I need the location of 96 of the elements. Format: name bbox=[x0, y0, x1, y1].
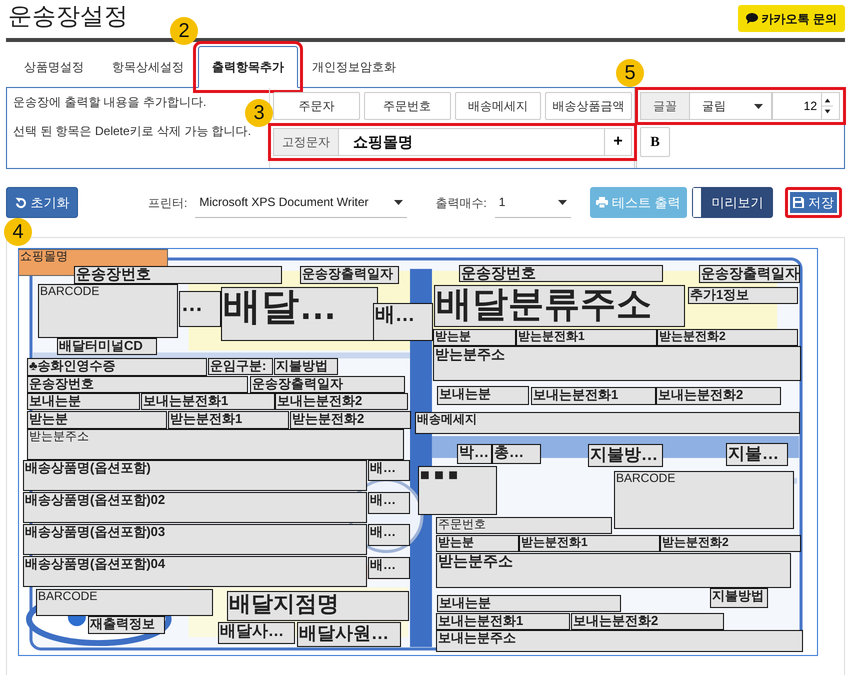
print-field[interactable]: 보내는분 bbox=[27, 393, 140, 410]
add-item-button[interactable]: 주문자 bbox=[273, 92, 360, 120]
floppy-icon bbox=[793, 197, 804, 208]
print-field[interactable]: 배달사원… bbox=[297, 622, 401, 647]
print-field[interactable]: 받는분전화1 bbox=[516, 329, 657, 346]
print-field[interactable]: 배… bbox=[368, 557, 410, 579]
print-field[interactable]: 추가1정보 bbox=[688, 287, 798, 304]
print-field[interactable]: 운송장번호 bbox=[74, 266, 282, 284]
printer-select[interactable]: Microsoft XPS Document Writer bbox=[195, 188, 408, 218]
print-field[interactable]: 배… bbox=[373, 303, 433, 341]
spinner-icon[interactable] bbox=[821, 93, 833, 119]
print-field[interactable]: 받는분 bbox=[436, 535, 519, 552]
tab[interactable]: 개인정보암호화 bbox=[298, 46, 410, 87]
print-field[interactable]: 지불방법 bbox=[274, 358, 338, 375]
print-field[interactable]: 받는분주소 bbox=[436, 553, 791, 588]
font-label: 글꼴 bbox=[640, 92, 690, 120]
print-field[interactable]: 지불방… bbox=[588, 444, 663, 467]
add-item-button[interactable]: 주문번호 bbox=[364, 92, 450, 120]
help-text: 선택 된 항목은 Delete키로 삭제 가능 합니다. bbox=[13, 124, 252, 138]
print-field[interactable]: ♣송화인영수증 bbox=[27, 358, 207, 376]
print-field[interactable]: 보내는분주소 bbox=[436, 630, 803, 652]
printer-icon bbox=[596, 197, 608, 208]
caret-icon bbox=[558, 200, 567, 204]
print-field[interactable]: 운송장번호 bbox=[27, 376, 248, 393]
bold-button[interactable]: B bbox=[640, 127, 670, 157]
print-field[interactable]: 지불… bbox=[726, 443, 788, 466]
print-field[interactable]: 주문번호 bbox=[436, 517, 612, 534]
print-field[interactable]: 배달분류주소 bbox=[434, 285, 685, 327]
step-number-badge: 4 bbox=[4, 218, 32, 246]
print-field[interactable]: BARCODE bbox=[36, 589, 213, 616]
chat-bubble-icon bbox=[746, 13, 758, 24]
fixed-text-field[interactable]: 쇼핑몰명 bbox=[339, 128, 604, 156]
print-field[interactable]: 받는분전화2 bbox=[290, 411, 411, 429]
print-field[interactable]: … bbox=[179, 291, 221, 327]
print-field[interactable]: 운송장번호 bbox=[459, 265, 663, 282]
copies-label: 출력매수: bbox=[435, 194, 487, 212]
caret-icon bbox=[754, 104, 763, 108]
caret-icon bbox=[394, 200, 404, 204]
add-item-button[interactable]: 배송상품금액 bbox=[545, 92, 632, 120]
print-field[interactable]: 보내는분전화2 bbox=[656, 387, 781, 405]
font-size-field[interactable]: 12 bbox=[772, 92, 840, 120]
print-field[interactable]: 운송장출력일자 bbox=[250, 376, 405, 393]
print-field[interactable]: 배달지점명 bbox=[227, 591, 409, 621]
preview-toggle[interactable]: 미리보기 bbox=[692, 187, 773, 218]
print-field[interactable]: 배… bbox=[368, 524, 410, 546]
field-label: 고정문자 bbox=[273, 128, 339, 156]
page-title: 운송장설정 bbox=[7, 2, 128, 32]
print-field[interactable]: 배송상품명(옵션포함)04 bbox=[23, 556, 367, 587]
print-field[interactable]: 재출력정보 bbox=[88, 616, 165, 634]
add-button[interactable]: + bbox=[604, 128, 632, 156]
print-field[interactable]: 보내는분전화2 bbox=[275, 393, 408, 410]
reset-button[interactable]: 초기화 bbox=[6, 187, 78, 218]
print-field[interactable]: 받는분전화1 bbox=[168, 411, 289, 429]
print-field[interactable]: 배송메세지 bbox=[415, 412, 800, 434]
print-field[interactable]: 보내는분전화1 bbox=[141, 393, 275, 410]
print-field[interactable]: 배달사… bbox=[218, 622, 295, 644]
add-item-button[interactable]: 배송메세지 bbox=[454, 92, 542, 120]
print-field[interactable]: 운송장출력일자 bbox=[300, 266, 399, 284]
print-field[interactable]: 받는분전화2 bbox=[660, 535, 801, 552]
print-field[interactable]: 박… bbox=[457, 444, 492, 464]
print-field[interactable]: 보내는분전화1 bbox=[531, 387, 656, 405]
print-field[interactable]: 총… bbox=[492, 444, 541, 464]
tab[interactable]: 상품명설정 bbox=[10, 46, 98, 87]
print-field[interactable]: BARCODE bbox=[614, 471, 794, 529]
tab[interactable]: 항목상세설정 bbox=[98, 46, 198, 87]
print-field[interactable]: 받는분전화2 bbox=[657, 329, 798, 346]
print-field[interactable]: BARCODE bbox=[38, 284, 178, 338]
print-field[interactable]: 배달터미널CD bbox=[57, 338, 157, 355]
step-number-badge: 5 bbox=[616, 59, 644, 87]
print-field[interactable]: 보내는분 bbox=[437, 386, 529, 405]
save-button[interactable]: 저장 bbox=[785, 187, 842, 218]
step-number-badge: 3 bbox=[245, 99, 273, 127]
print-field[interactable]: 배… bbox=[368, 492, 410, 514]
print-field[interactable]: 배… bbox=[368, 460, 410, 481]
kakao-inquiry-button[interactable]: 카카오톡 문의 bbox=[738, 5, 845, 32]
printer-label: 프린터: bbox=[148, 194, 188, 212]
print-field[interactable]: 받는분주소 bbox=[27, 429, 404, 460]
font-family-select[interactable]: 굴림 bbox=[690, 92, 772, 120]
print-field[interactable]: 배송상품명(옵션포함) bbox=[23, 460, 367, 491]
copies-select[interactable]: 1 bbox=[494, 188, 571, 218]
print-field[interactable]: 보내는분 bbox=[437, 595, 621, 612]
print-field[interactable]: 지불방법 bbox=[710, 588, 768, 608]
print-field[interactable]: 받는분전화1 bbox=[519, 535, 660, 552]
print-field[interactable]: 받는분주소 bbox=[433, 346, 801, 381]
print-field[interactable]: 배송상품명(옵션포함)03 bbox=[23, 524, 367, 555]
help-text: 운송장에 출력할 내용을 추가합니다. bbox=[13, 95, 208, 109]
print-field[interactable]: 받는분 bbox=[433, 329, 516, 346]
print-field[interactable]: 보내는분전화2 bbox=[571, 613, 724, 630]
print-field[interactable]: 운임구분: bbox=[208, 358, 273, 375]
print-field[interactable]: ■ ■ ■ bbox=[418, 466, 497, 515]
step-number-badge: 2 bbox=[170, 17, 198, 45]
print-field[interactable]: 운송장출력일자 bbox=[699, 265, 800, 283]
print-field[interactable]: 배송상품명(옵션포함)02 bbox=[23, 492, 367, 523]
print-field[interactable]: 보내는분전화1 bbox=[436, 613, 570, 630]
undo-icon bbox=[14, 196, 26, 208]
print-field[interactable]: 받는분 bbox=[27, 411, 167, 429]
